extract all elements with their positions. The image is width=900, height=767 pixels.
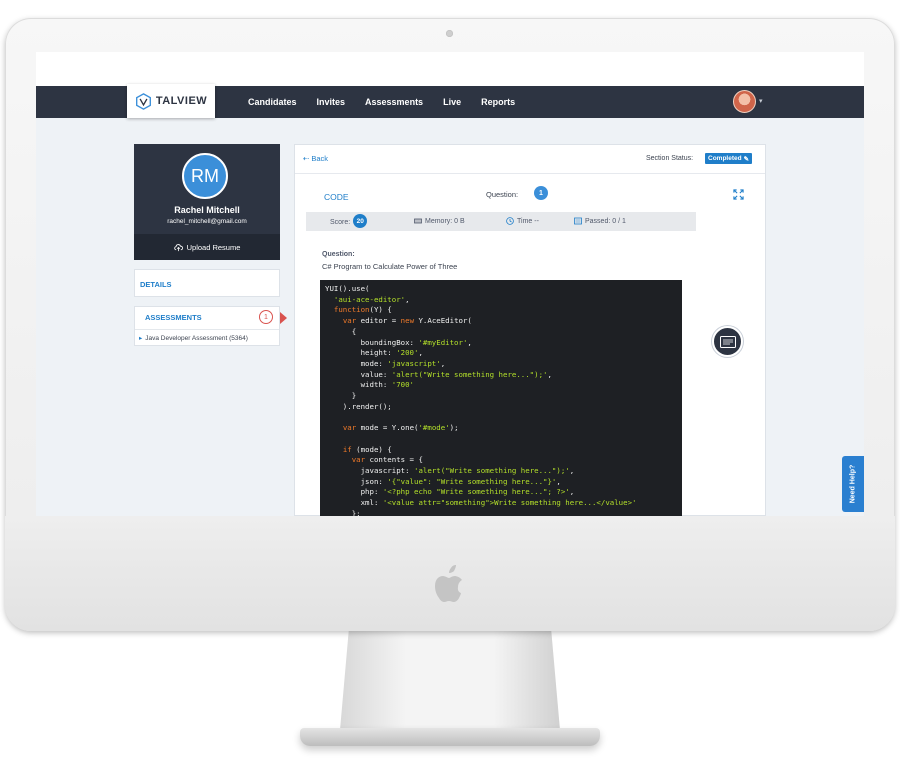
code-line: var contents = { [351, 455, 423, 465]
details-tab[interactable]: DETAILS [134, 269, 280, 297]
code-line: { [325, 326, 357, 336]
assessment-item-label: Java Developer Assessment (5364) [145, 335, 248, 342]
score-stat: Score: 20 [330, 214, 368, 228]
expand-icon[interactable] [733, 189, 744, 200]
candidate-name: Rachel Mitchell [174, 205, 240, 215]
question-number-badge[interactable]: 1 [534, 186, 548, 200]
code-line: javascript: 'alert("Write something here… [325, 465, 575, 475]
apple-logo-icon [435, 565, 462, 602]
talview-logo-icon [135, 92, 151, 110]
code-line: function(Y) { [333, 305, 392, 315]
upload-cloud-icon [173, 243, 183, 251]
talview-logo[interactable]: TALVIEW [127, 84, 215, 118]
screen: TALVIEW Candidates Invites Assessments L… [36, 52, 864, 516]
main-nav: Candidates Invites Assessments Live Repo… [248, 86, 515, 118]
code-line: height: '200', [325, 348, 423, 358]
back-link[interactable]: ⇠ Back [303, 154, 328, 163]
code-line: boundingBox: '#myEditor', [325, 337, 472, 347]
code-line: } [325, 391, 357, 401]
test-case-icon [574, 217, 582, 225]
nav-live[interactable]: Live [443, 97, 461, 107]
chat-panel-glyph-icon [719, 335, 736, 348]
code-line: mode: 'javascript', [325, 358, 446, 368]
upload-resume-label: Upload Resume [186, 242, 241, 252]
code-line: xml: '<value attr="something">Write some… [325, 498, 637, 508]
memory-stat: Memory: 0 B [414, 217, 465, 225]
code-line: value: 'alert("Write something here...")… [325, 369, 552, 379]
profile-card: RM Rachel Mitchell rachel_mitchell@gmail… [134, 144, 280, 260]
question-heading: Question: [322, 251, 355, 258]
assessments-count-badge: 1 [259, 310, 273, 324]
code-line: ).render(); [325, 401, 392, 411]
imac-stand-base [300, 728, 600, 746]
code-line: YUI().use( [325, 284, 370, 293]
code-line: }; [325, 508, 361, 516]
section-status-badge[interactable]: Completed ✎ [705, 153, 753, 164]
section-status-label: Section Status: [646, 155, 694, 162]
active-pointer-icon [280, 312, 287, 324]
assessments-section: ASSESSMENTS 1 ▸ Java Developer Assessment… [134, 306, 280, 346]
question-text: C# Program to Calculate Power of Three [322, 262, 458, 271]
score-label: Score: [330, 219, 351, 226]
code-viewer[interactable]: YUI().use( 'aui-ace-editor', function(Y)… [320, 280, 682, 516]
candidate-email: rachel_mitchell@gmail.com [167, 218, 247, 225]
code-line: json: '{"value": "Write something here..… [325, 476, 561, 486]
header-divider [295, 173, 765, 174]
assessment-list-item[interactable]: ▸ Java Developer Assessment (5364) [135, 329, 279, 346]
user-menu-caret-icon[interactable]: ▾ [759, 97, 763, 105]
imac-stand [340, 630, 560, 730]
user-avatar[interactable] [733, 90, 756, 113]
code-tab[interactable]: CODE [324, 192, 349, 202]
caret-right-icon: ▸ [139, 335, 143, 342]
time-value: Time -- [517, 217, 539, 225]
memory-value: Memory: 0 B [425, 217, 465, 225]
question-label: Question: [486, 190, 519, 199]
assessments-tab[interactable]: ASSESSMENTS [145, 313, 202, 322]
score-value: 20 [353, 214, 368, 228]
browser-top-area [36, 52, 864, 86]
pencil-icon: ✎ [743, 155, 750, 163]
profile-avatar: RM [182, 153, 228, 199]
camera-icon [446, 30, 453, 37]
status-value: Completed [708, 155, 742, 162]
passed-value: Passed: 0 / 1 [585, 217, 626, 225]
upload-resume-button[interactable]: Upload Resume [134, 234, 280, 260]
code-line: php: '<?php echo "Write something here..… [325, 487, 575, 497]
code-line: 'aui-ace-editor', [333, 294, 410, 304]
nav-assessments[interactable]: Assessments [365, 97, 423, 107]
clock-icon [506, 217, 514, 225]
nav-candidates[interactable]: Candidates [248, 97, 297, 107]
need-help-label: Need Help? [849, 464, 857, 504]
time-stat: Time -- [506, 217, 539, 225]
code-line: width: '700' [325, 380, 414, 390]
passed-stat: Passed: 0 / 1 [574, 217, 626, 225]
memory-icon [414, 218, 422, 224]
code-line: var editor = new Y.AceEditor( [342, 316, 472, 326]
need-help-tab[interactable]: Need Help? [842, 456, 864, 512]
code-line: if (mode) { [342, 444, 392, 454]
brand-name: TALVIEW [155, 95, 208, 107]
back-label: Back [311, 154, 329, 163]
nav-reports[interactable]: Reports [481, 97, 515, 107]
nav-invites[interactable]: Invites [317, 97, 346, 107]
chat-panel-icon[interactable] [712, 326, 743, 357]
code-line: var mode = Y.one('#mode'); [342, 423, 459, 433]
assessment-detail-panel: ⇠ Back Section Status: Completed ✎ CODE … [294, 144, 766, 516]
result-stats-bar: Score: 20 Memory: 0 B Time -- Passed: 0 … [306, 212, 696, 231]
